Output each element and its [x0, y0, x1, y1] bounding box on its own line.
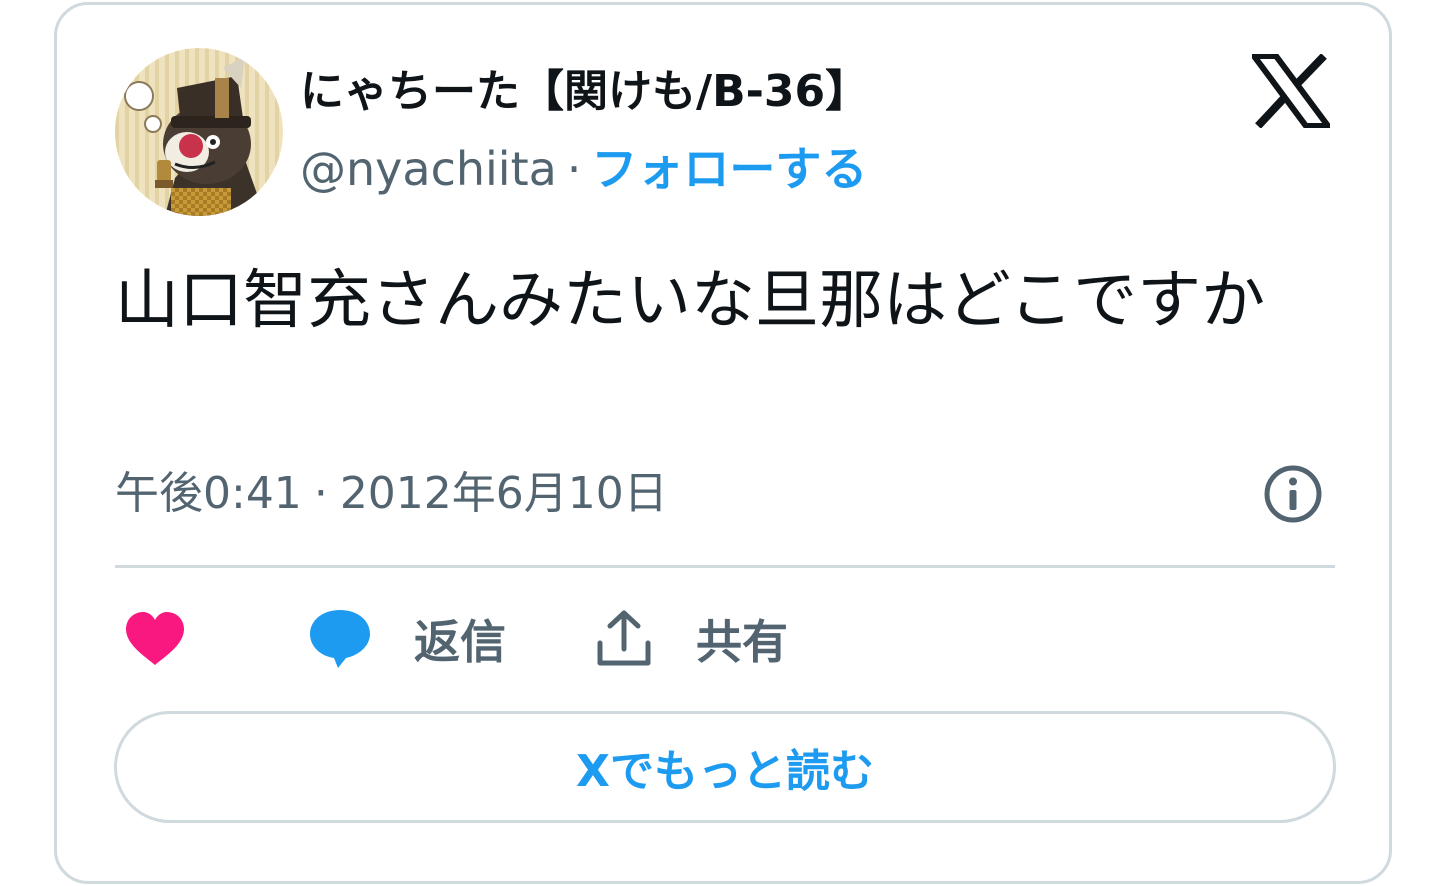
info-icon[interactable]	[1262, 463, 1324, 525]
divider	[115, 565, 1335, 568]
tweet-date[interactable]: 2012年6月10日	[340, 468, 668, 519]
author-handle-row: @nyachiita · フォローする	[300, 138, 867, 200]
avatar-illustration	[115, 48, 283, 216]
speech-bubble-icon	[310, 610, 370, 668]
share-upload-icon	[597, 610, 651, 666]
reply-button[interactable]: 返信	[308, 606, 506, 672]
timestamp-separator: ·	[313, 468, 328, 519]
reply-label: 返信	[414, 615, 506, 669]
x-logo-icon[interactable]	[1248, 53, 1334, 129]
author-handle[interactable]: @nyachiita	[300, 142, 557, 196]
like-button[interactable]	[124, 606, 186, 672]
handle-separator: ·	[566, 142, 582, 196]
share-button[interactable]: 共有	[594, 606, 788, 672]
tweet-text: 山口智充さんみたいな旦那はどこですか	[115, 264, 1266, 338]
author-display-name[interactable]: にゃちーた【関けも/B-36】	[300, 62, 869, 122]
tweet-timestamp[interactable]: 午後0:41 · 2012年6月10日	[115, 463, 668, 525]
follow-button[interactable]: フォローする	[591, 142, 867, 196]
read-more-on-x-button[interactable]: Xでもっと読む	[114, 711, 1336, 823]
avatar[interactable]	[115, 48, 283, 216]
heart-icon	[126, 612, 184, 665]
tweet-time[interactable]: 午後0:41	[115, 468, 302, 519]
share-label: 共有	[696, 615, 788, 669]
